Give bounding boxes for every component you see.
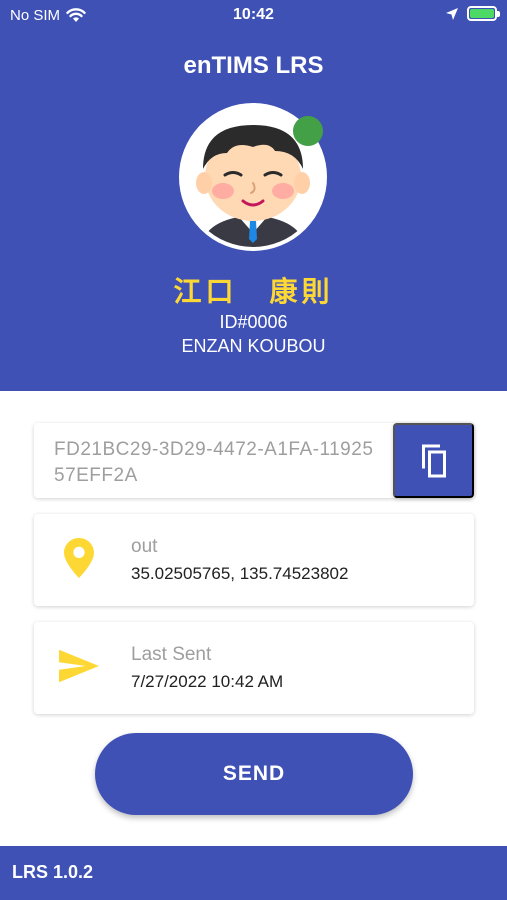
- footer-bar: LRS 1.0.2: [0, 846, 507, 900]
- app-title: enTIMS LRS: [183, 52, 324, 79]
- last-sent-timestamp: 7/27/2022 10:42 AM: [131, 672, 284, 691]
- status-bar: No SIM 10:42: [0, 0, 507, 32]
- status-indicators: [445, 6, 500, 21]
- last-sent-card: Last Sent 7/27/2022 10:42 AM: [34, 622, 474, 714]
- battery-icon: [467, 6, 500, 21]
- copy-button[interactable]: [393, 423, 474, 498]
- location-card: out 35.02505765, 135.74523802: [34, 514, 474, 606]
- online-status-dot: [293, 116, 323, 146]
- location-coordinates: 35.02505765, 135.74523802: [131, 564, 349, 583]
- location-status-label: out: [131, 536, 158, 557]
- profile-header: No SIM 10:42 enTIMS LRS 江口 康則 ID#0006 EN…: [0, 0, 507, 391]
- copy-icon: [421, 444, 446, 477]
- user-name: 江口 康則: [173, 276, 334, 307]
- send-button[interactable]: SEND: [95, 733, 413, 815]
- device-uuid[interactable]: FD21BC29-3D29-4472-A1FA-1192557EFF2A: [54, 437, 384, 489]
- location-arrow-icon: [446, 7, 458, 20]
- clock: 10:42: [233, 6, 274, 23]
- last-sent-label: Last Sent: [131, 644, 212, 665]
- location-pin-icon: [59, 536, 99, 580]
- user-organization: ENZAN KOUBOU: [181, 336, 326, 356]
- send-icon: [59, 644, 99, 688]
- app-version: LRS 1.0.2: [12, 862, 94, 882]
- user-id: ID#0006: [219, 312, 288, 332]
